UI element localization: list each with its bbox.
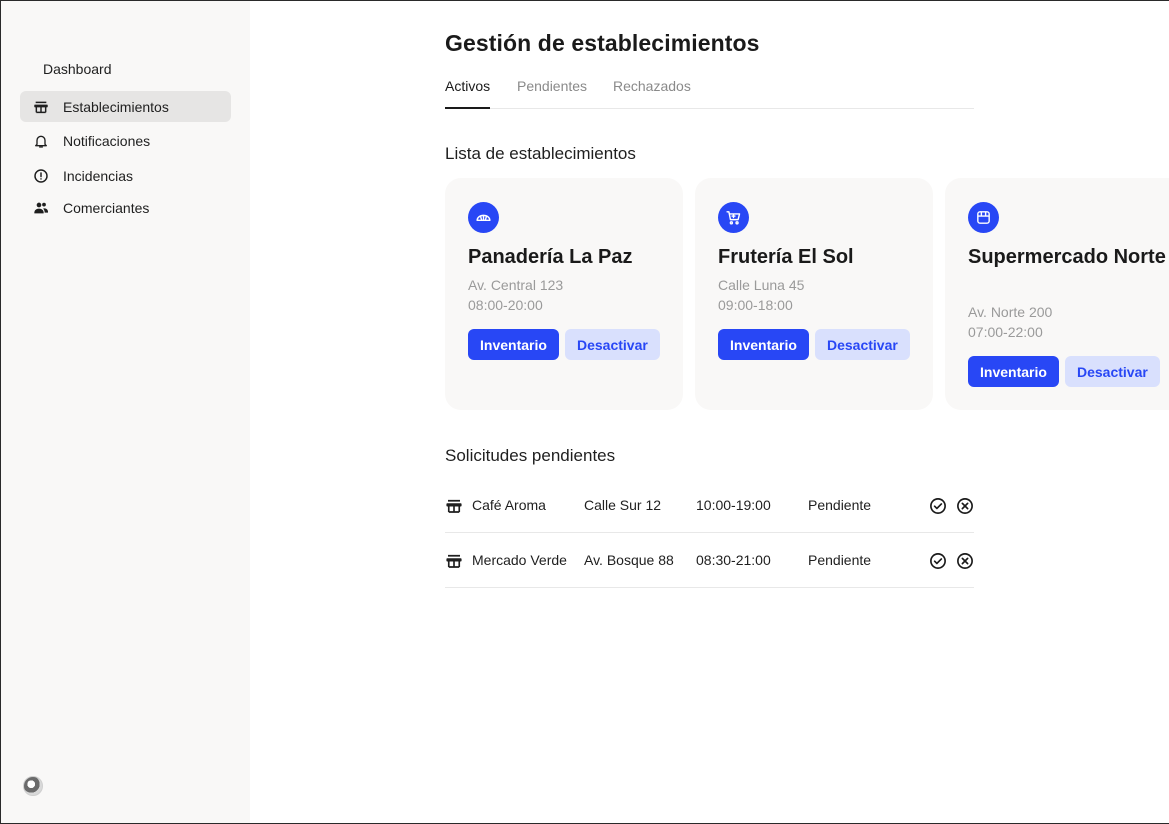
establishment-address: Calle Luna 45 xyxy=(718,277,805,293)
request-status: Pendiente xyxy=(808,552,872,568)
requests-section-title: Solicitudes pendientes xyxy=(445,446,616,465)
approve-icon[interactable] xyxy=(928,496,948,516)
inventario-button[interactable]: Inventario xyxy=(468,329,559,360)
request-address: Calle Sur 12 xyxy=(584,497,662,513)
sidebar-item-label: Notificaciones xyxy=(63,132,151,149)
request-status: Pendiente xyxy=(808,497,872,513)
establishment-address: Av. Central 123 xyxy=(468,277,564,293)
request-hours: 10:00-19:00 xyxy=(696,497,771,513)
establishment-hours: 07:00-22:00 xyxy=(968,324,1043,340)
sidebar-item-label: Comerciantes xyxy=(63,199,150,216)
tab-rechazados[interactable]: Rechazados xyxy=(613,78,691,109)
bread-icon xyxy=(468,202,499,233)
request-name: Mercado Verde xyxy=(472,552,567,568)
request-name: Café Aroma xyxy=(472,497,546,513)
desactivar-button[interactable]: Desactivar xyxy=(1065,356,1160,387)
store-icon xyxy=(445,552,463,570)
establishment-card: Supermercado Norte Av. Norte 200 07:00-2… xyxy=(945,178,1169,410)
request-hours: 08:30-21:00 xyxy=(696,552,771,568)
tab-activos[interactable]: Activos xyxy=(445,78,491,109)
store-icon xyxy=(32,98,50,116)
page-title: Gestión de establecimientos xyxy=(445,30,760,56)
alert-circle-icon xyxy=(32,167,50,185)
request-row: Mercado Verde Av. Bosque 88 08:30-21:00 … xyxy=(445,534,974,588)
inventario-button[interactable]: Inventario xyxy=(968,356,1059,387)
sidebar-item-label: Establecimientos xyxy=(63,98,169,115)
establishment-name: Panadería La Paz xyxy=(468,246,633,268)
establishment-address: Av. Norte 200 xyxy=(968,304,1053,320)
sidebar-item-label: Incidencias xyxy=(63,167,134,184)
users-icon xyxy=(32,199,50,217)
sidebar-item-comerciantes[interactable]: Comerciantes xyxy=(20,192,231,223)
avatar[interactable] xyxy=(23,776,43,796)
establishments-section-title: Lista de establecimientos xyxy=(445,144,636,163)
sidebar: Dashboard Establecimientos Notificacione… xyxy=(1,1,250,823)
cart-icon xyxy=(718,202,749,233)
storefront-icon xyxy=(968,202,999,233)
establishment-card: Panadería La Paz Av. Central 123 08:00-2… xyxy=(445,178,683,410)
reject-icon[interactable] xyxy=(955,551,975,571)
establishment-card: Frutería El Sol Calle Luna 45 09:00-18:0… xyxy=(695,178,933,410)
sidebar-item-dashboard[interactable]: Dashboard xyxy=(43,61,112,77)
tab-pendientes[interactable]: Pendientes xyxy=(517,78,587,109)
establishment-name: Supermercado Norte xyxy=(968,246,1166,268)
establishment-hours: 08:00-20:00 xyxy=(468,297,543,313)
tab-bar: Activos Pendientes Rechazados xyxy=(445,78,974,109)
establishment-hours: 09:00-18:00 xyxy=(718,297,793,313)
desactivar-button[interactable]: Desactivar xyxy=(815,329,910,360)
inventario-button[interactable]: Inventario xyxy=(718,329,809,360)
store-icon xyxy=(445,497,463,515)
establishment-name: Frutería El Sol xyxy=(718,246,854,268)
reject-icon[interactable] xyxy=(955,496,975,516)
approve-icon[interactable] xyxy=(928,551,948,571)
request-address: Av. Bosque 88 xyxy=(584,552,674,568)
sidebar-item-notificaciones[interactable]: Notificaciones xyxy=(20,125,231,156)
sidebar-item-establecimientos[interactable]: Establecimientos xyxy=(20,91,231,122)
bell-icon xyxy=(32,132,50,150)
request-row: Café Aroma Calle Sur 12 10:00-19:00 Pend… xyxy=(445,479,974,533)
desactivar-button[interactable]: Desactivar xyxy=(565,329,660,360)
sidebar-item-incidencias[interactable]: Incidencias xyxy=(20,160,231,191)
